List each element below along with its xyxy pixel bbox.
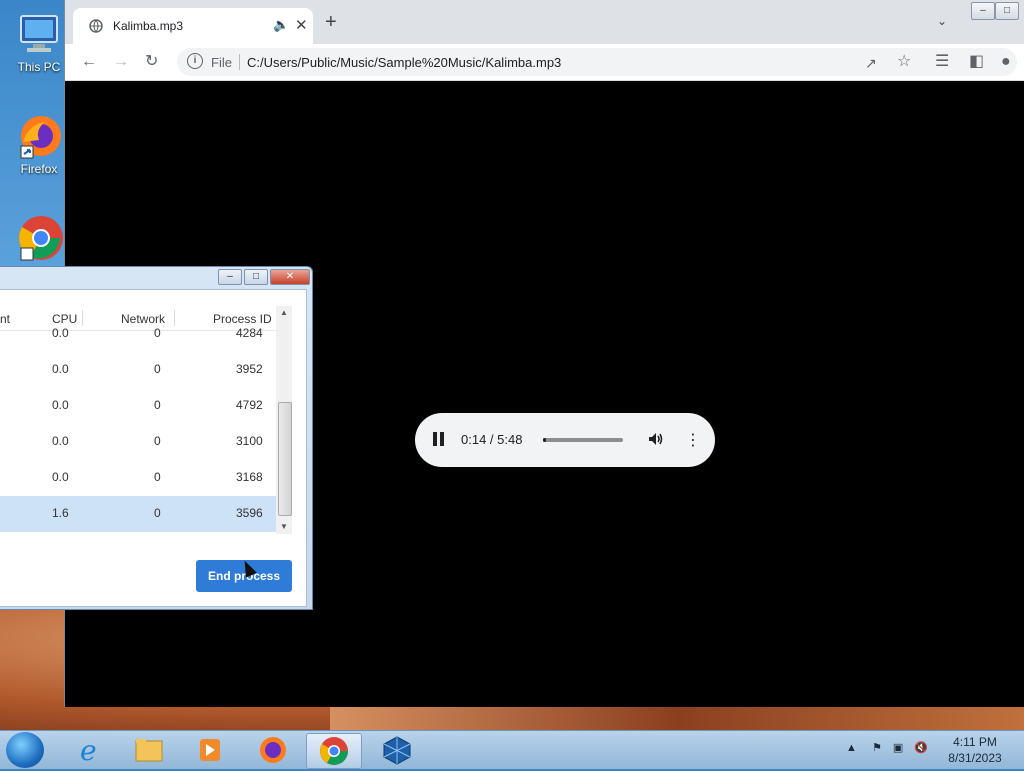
maximize-button[interactable]: □ xyxy=(244,269,268,285)
pause-icon[interactable] xyxy=(433,432,445,446)
seek-slider[interactable] xyxy=(543,438,623,442)
scheme-label: File xyxy=(211,55,232,70)
volume-muted-icon[interactable]: 🔇 xyxy=(914,742,928,754)
share-icon[interactable]: ↗ xyxy=(865,53,877,73)
playback-time: 0:14 / 5:48 xyxy=(461,432,523,447)
process-table: nt CPU Network Process ID 0.0 0 4284 0.0 0 39… xyxy=(0,306,292,534)
scroll-down-icon[interactable]: ▼ xyxy=(280,522,288,531)
start-button[interactable] xyxy=(6,732,44,768)
cpu-cell: 0.0 xyxy=(52,398,69,412)
task-manager-window: – □ ✕ nt CPU Network Process ID 0.0 0 4284… xyxy=(0,266,313,610)
network-cell: 0 xyxy=(154,506,161,520)
cpu-cell: 0.0 xyxy=(52,434,69,448)
process-id-cell: 4284 xyxy=(236,326,263,340)
scrollbar-thumb[interactable] xyxy=(278,402,292,516)
omnibox-divider xyxy=(239,54,240,70)
network-cell: 0 xyxy=(154,434,161,448)
chevron-down-icon[interactable]: ⌄ xyxy=(937,14,947,28)
process-id-cell: 3596 xyxy=(236,506,263,520)
globe-icon xyxy=(89,19,103,33)
audio-player: 0:14 / 5:48 ⋮ xyxy=(415,413,715,467)
computer-icon xyxy=(15,10,63,58)
forward-arrow-icon[interactable]: → xyxy=(113,52,129,72)
cpu-cell: 0.0 xyxy=(52,326,69,340)
scrollbar[interactable]: ▲ ▼ xyxy=(276,306,292,534)
minimize-button[interactable]: – xyxy=(971,2,995,20)
more-options-icon[interactable]: ⋮ xyxy=(685,430,701,450)
network-cell: 0 xyxy=(154,326,161,340)
firefox-icon xyxy=(15,112,63,160)
network-cell: 0 xyxy=(154,398,161,412)
volume-icon[interactable] xyxy=(647,430,665,448)
reload-icon[interactable]: ↻ xyxy=(145,52,158,72)
back-arrow-icon[interactable]: ← xyxy=(81,52,97,72)
info-icon[interactable]: i xyxy=(187,53,203,69)
minimize-button[interactable]: – xyxy=(218,269,242,285)
table-row[interactable]: 0.0 0 4284 xyxy=(0,316,276,352)
desktop-icon-label: Firefox xyxy=(20,162,58,176)
speaker-icon[interactable]: 🔈 xyxy=(273,17,289,33)
process-id-cell: 3952 xyxy=(236,362,263,376)
desktop-wallpaper-ridge xyxy=(330,706,1024,730)
taskbar: e ▲ ⚑ ▣ 🔇 4:11 PM 8/31/2023 xyxy=(0,730,1024,769)
chrome-icon xyxy=(15,214,63,262)
network-icon[interactable]: ▣ xyxy=(893,742,903,754)
desktop-icon-firefox[interactable]: Firefox xyxy=(8,112,70,176)
action-center-icon[interactable]: ⚑ xyxy=(872,742,882,754)
new-tab-button[interactable]: + xyxy=(325,12,337,32)
firefox-taskbar-icon[interactable] xyxy=(246,733,300,767)
clock-date: 8/31/2023 xyxy=(948,751,1002,765)
system-tray: ▲ ⚑ ▣ 🔇 xyxy=(846,741,928,754)
table-row[interactable]: 1.6 0 3596 xyxy=(0,496,276,532)
side-panel-icon[interactable]: ◧ xyxy=(969,52,984,72)
table-row[interactable]: 0.0 0 3952 xyxy=(0,352,276,388)
chrome-taskbar-icon[interactable] xyxy=(306,733,362,769)
process-id-cell: 3168 xyxy=(236,470,263,484)
network-cell: 0 xyxy=(154,362,161,376)
cpu-cell: 0.0 xyxy=(52,362,69,376)
table-row[interactable]: 0.0 0 3168 xyxy=(0,460,276,496)
svg-text:e: e xyxy=(80,734,97,767)
desktop-icon-label: This PC xyxy=(17,60,61,74)
tab-kalimba[interactable]: Kalimba.mp3 🔈 ✕ xyxy=(73,8,313,44)
clock-time: 4:11 PM xyxy=(953,735,997,749)
media-controls-icon[interactable]: ☰ xyxy=(935,52,949,72)
virtualbox-icon[interactable] xyxy=(370,733,424,767)
table-row[interactable]: 0.0 0 4792 xyxy=(0,388,276,424)
task-manager-body: nt CPU Network Process ID 0.0 0 4284 0.0 0 39… xyxy=(0,289,307,607)
process-id-cell: 4792 xyxy=(236,398,263,412)
browser-toolbar: ← → ↻ i File C:/Users/Public/Music/Sampl… xyxy=(65,44,1024,81)
file-explorer-icon[interactable] xyxy=(122,733,176,767)
maximize-button[interactable]: □ xyxy=(995,2,1019,20)
clock[interactable]: 4:11 PM 8/31/2023 xyxy=(940,734,1010,766)
close-icon[interactable]: ✕ xyxy=(295,16,308,34)
scroll-up-icon[interactable]: ▲ xyxy=(280,308,288,317)
process-id-cell: 3100 xyxy=(236,434,263,448)
profile-icon[interactable]: ● xyxy=(1001,52,1011,72)
desktop-icon-this-pc[interactable]: This PC xyxy=(8,10,70,74)
cpu-cell: 1.6 xyxy=(52,506,69,520)
cpu-cell: 0.0 xyxy=(52,470,69,484)
internet-explorer-icon[interactable]: e xyxy=(62,733,116,767)
url-text[interactable]: C:/Users/Public/Music/Sample%20Music/Kal… xyxy=(247,55,561,70)
table-row[interactable]: 0.0 0 3100 xyxy=(0,424,276,460)
show-hidden-icons-icon[interactable]: ▲ xyxy=(846,742,857,754)
tab-title: Kalimba.mp3 xyxy=(113,19,184,33)
address-bar[interactable]: i File C:/Users/Public/Music/Sample%20Mu… xyxy=(177,48,1017,76)
star-icon[interactable]: ☆ xyxy=(897,52,911,72)
network-cell: 0 xyxy=(154,470,161,484)
desktop-icon-chrome[interactable] xyxy=(8,214,70,264)
tab-strip: Kalimba.mp3 🔈 ✕ + ⌄ – □ xyxy=(65,0,1024,44)
media-player-icon[interactable] xyxy=(182,733,236,767)
close-button[interactable]: ✕ xyxy=(270,269,310,285)
seek-progress xyxy=(543,438,547,442)
